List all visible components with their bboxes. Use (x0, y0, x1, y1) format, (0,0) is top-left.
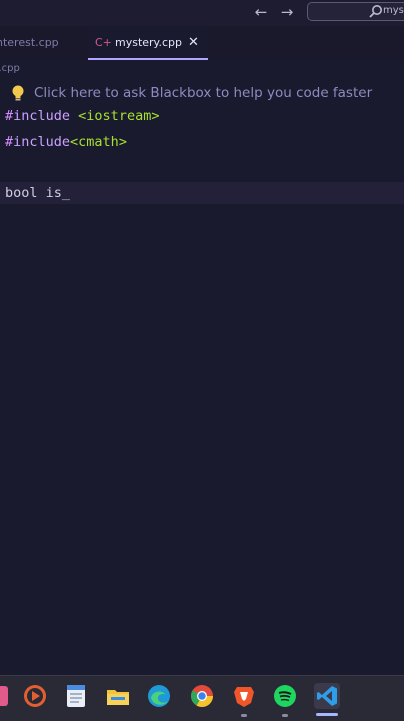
include-header: <cmath> (70, 134, 127, 150)
include-keyword: include (13, 134, 71, 150)
include-header: <iostream> (70, 108, 160, 124)
code-line-2[interactable]: #include<cmath> (5, 132, 127, 152)
notepad-icon[interactable] (63, 683, 89, 709)
cpp-file-icon: C+ (95, 36, 112, 49)
vscode-icon[interactable] (314, 683, 340, 709)
tab-label: mystery.cpp (115, 36, 183, 49)
app-icon[interactable] (0, 683, 12, 709)
file-explorer-icon[interactable] (105, 683, 131, 709)
hint-text: Click here to ask Blackbox to help you c… (34, 85, 373, 101)
code-line-4[interactable]: bool is_ (5, 183, 70, 203)
close-icon[interactable]: ✕ (188, 26, 199, 60)
preprocessor-hash: # (5, 108, 14, 124)
edge-icon[interactable] (146, 683, 172, 709)
search-icon (369, 5, 382, 18)
back-arrow-icon[interactable]: ← (252, 3, 270, 21)
include-keyword: include (13, 108, 71, 124)
chrome-icon[interactable] (189, 683, 215, 709)
brave-icon[interactable] (231, 683, 257, 709)
spotify-icon[interactable] (272, 683, 298, 709)
running-indicator (282, 714, 288, 717)
code-line-1[interactable]: #include <iostream> (5, 106, 159, 126)
forward-arrow-icon[interactable]: → (278, 3, 296, 21)
tab-label: nterest.cpp (0, 36, 59, 49)
breadcrumb[interactable]: y.cpp (0, 63, 20, 74)
code-text: bool is_ (5, 185, 71, 201)
preprocessor-hash: # (5, 134, 14, 150)
media-player-icon[interactable] (22, 683, 48, 709)
tab-bar: nterest.cpp C+ mystery.cpp ✕ (0, 26, 404, 60)
active-app-indicator (316, 713, 338, 716)
lightbulb-icon (12, 85, 24, 101)
running-indicator (241, 714, 247, 717)
tab-interest-cpp[interactable]: nterest.cpp (0, 26, 78, 60)
tab-mystery-cpp[interactable]: C+ mystery.cpp ✕ (88, 26, 208, 60)
search-text: mys (383, 5, 404, 16)
